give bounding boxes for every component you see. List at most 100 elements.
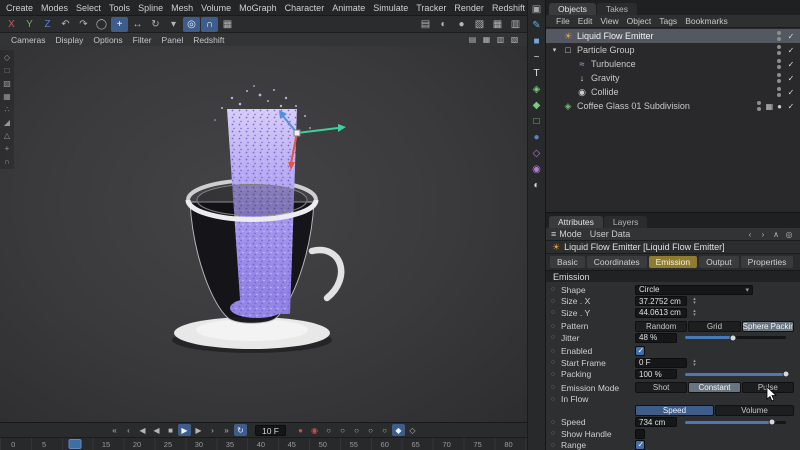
- start-frame-stepper[interactable]: ▴ ▾: [691, 358, 698, 367]
- layout-2-icon[interactable]: ▥: [507, 17, 524, 32]
- option-grid[interactable]: Grid: [688, 320, 741, 332]
- deformer-icon[interactable]: ◇: [529, 147, 544, 160]
- menu-select[interactable]: Select: [72, 3, 105, 13]
- menu-render[interactable]: Render: [450, 3, 488, 13]
- objects-menu-file[interactable]: File: [552, 16, 574, 26]
- menu-tools[interactable]: Tools: [105, 3, 134, 13]
- visibility-dots[interactable]: [756, 101, 762, 111]
- scene-3d[interactable]: [0, 46, 527, 422]
- undo-icon[interactable]: ↶: [57, 17, 74, 32]
- texture-mode-icon[interactable]: ▨: [1, 78, 13, 89]
- viewport-menu-display[interactable]: Display: [50, 35, 88, 45]
- field-icon[interactable]: ◉: [529, 163, 544, 176]
- objects-menu-tags[interactable]: Tags: [655, 16, 681, 26]
- option-random[interactable]: Random: [635, 320, 688, 332]
- packing-input[interactable]: 100 %: [635, 369, 677, 380]
- keyframe-dot-icon[interactable]: [549, 396, 557, 403]
- speed-slider[interactable]: [685, 418, 786, 426]
- attributes-tab-attributes[interactable]: Attributes: [549, 216, 603, 228]
- keyframe-dot-icon[interactable]: [549, 359, 557, 366]
- attr-section-tab-basic[interactable]: Basic: [550, 256, 585, 268]
- viewport[interactable]: ◇ □ ▨ ▦ ∴ ◢ △ + ∩: [0, 46, 527, 422]
- phong-tag-icon[interactable]: ●: [777, 102, 782, 111]
- timeline-ruler[interactable]: 05101520253035404550556065707580: [0, 437, 527, 450]
- rotate-tool-icon[interactable]: ↻: [147, 17, 164, 32]
- visibility-dots[interactable]: [777, 59, 782, 69]
- enabled-checkbox[interactable]: [635, 346, 645, 357]
- goto-end-icon[interactable]: »: [220, 424, 233, 436]
- attr-section-tab-output[interactable]: Output: [699, 256, 739, 268]
- workplane-mode-icon[interactable]: ▦: [1, 91, 13, 102]
- expander-icon[interactable]: ▾: [550, 46, 559, 54]
- next-frame-icon[interactable]: ▶: [192, 424, 205, 436]
- size-y-stepper[interactable]: ▴ ▾: [691, 308, 698, 317]
- scale-tool-icon[interactable]: ↔: [129, 17, 146, 32]
- shape-dropdown[interactable]: Circle ▾: [635, 284, 753, 295]
- enable-check-icon[interactable]: ✓: [786, 60, 796, 69]
- visibility-dots[interactable]: [777, 45, 782, 55]
- viewport-menu-panel[interactable]: Panel: [157, 35, 189, 45]
- object-row-liquid-flow-emitter[interactable]: ☀ Liquid Flow Emitter ✓: [546, 29, 800, 43]
- axis-mode-icon[interactable]: +: [1, 143, 13, 154]
- keyframe-dot-icon[interactable]: [549, 384, 557, 391]
- object-row-gravity[interactable]: ↓ Gravity ✓: [546, 71, 800, 85]
- current-frame-field[interactable]: 10 F: [254, 424, 286, 436]
- show-handle-checkbox[interactable]: [635, 428, 645, 439]
- keyframe-selection-icon[interactable]: ◆: [392, 424, 405, 436]
- instance-icon[interactable]: □: [529, 115, 544, 128]
- snap-keyframe-icon[interactable]: ◇: [406, 424, 419, 436]
- layout-1-icon[interactable]: ▦: [489, 17, 506, 32]
- option-sphere-packing[interactable]: Sphere Packing: [741, 320, 794, 332]
- enable-check-icon[interactable]: ✓: [786, 32, 796, 41]
- range-checkbox[interactable]: [635, 440, 645, 450]
- interactive-render-region-icon[interactable]: ▧: [471, 17, 488, 32]
- view-single-icon[interactable]: ▤: [466, 34, 479, 46]
- attributes-tab-layers[interactable]: Layers: [603, 216, 648, 228]
- menu-mesh[interactable]: Mesh: [167, 3, 197, 13]
- packing-slider[interactable]: [685, 370, 790, 378]
- viewport-menu-redshift[interactable]: Redshift: [188, 35, 229, 45]
- option-speed[interactable]: Speed: [635, 405, 714, 417]
- viewport-menu-cameras[interactable]: Cameras: [6, 35, 50, 45]
- stop-icon[interactable]: ■: [164, 424, 177, 436]
- view-swap-icon[interactable]: ▥: [494, 34, 507, 46]
- objects-menu-object[interactable]: Object: [623, 16, 656, 26]
- slider-knob[interactable]: [768, 418, 776, 426]
- attr-section-tab-emission[interactable]: Emission: [648, 256, 698, 268]
- visibility-dots[interactable]: [777, 87, 782, 97]
- keyframe-dot-icon[interactable]: [549, 419, 557, 426]
- view-toggle-icon[interactable]: ▧: [508, 34, 521, 46]
- object-row-turbulence[interactable]: ≈ Turbulence ✓: [546, 57, 800, 71]
- slider-knob[interactable]: [782, 370, 790, 378]
- cube-primitive-icon[interactable]: ■: [529, 35, 544, 48]
- enable-check-icon[interactable]: ✓: [786, 46, 796, 55]
- objects-menu-view[interactable]: View: [596, 16, 622, 26]
- pen-tool-icon[interactable]: ✎: [529, 19, 544, 32]
- objects-tab-takes[interactable]: Takes: [596, 3, 638, 15]
- menu-tracker[interactable]: Tracker: [412, 3, 450, 13]
- option-shot[interactable]: Shot: [635, 382, 688, 394]
- keyframe-dot-icon[interactable]: [549, 334, 557, 341]
- attr-section-tab-coordinates[interactable]: Coordinates: [586, 256, 647, 268]
- lock-icon[interactable]: ◎: [783, 229, 795, 240]
- enable-check-icon[interactable]: ✓: [786, 74, 796, 83]
- make-editable-icon[interactable]: ◇: [1, 52, 13, 63]
- menu-volume[interactable]: Volume: [197, 3, 235, 13]
- render-settings-icon[interactable]: ●: [453, 17, 470, 32]
- option-pulse[interactable]: Pulse: [741, 382, 794, 394]
- menu-simulate[interactable]: Simulate: [369, 3, 412, 13]
- menu-spline[interactable]: Spline: [134, 3, 167, 13]
- keyframe-dot-icon[interactable]: [549, 430, 557, 437]
- loop-icon[interactable]: ↻: [233, 424, 247, 436]
- goto-start-icon[interactable]: «: [108, 424, 121, 436]
- coordinate-system-icon[interactable]: ◎: [183, 16, 200, 32]
- prev-key-icon[interactable]: ‹: [122, 424, 135, 436]
- x-axis-lock-icon[interactable]: X: [3, 17, 20, 32]
- object-row-coffee-glass-01-subdivision[interactable]: ◈ Coffee Glass 01 Subdivision ▦ ● ✓: [546, 99, 800, 113]
- polygons-mode-icon[interactable]: △: [1, 130, 13, 141]
- edges-mode-icon[interactable]: ◢: [1, 117, 13, 128]
- play-icon[interactable]: ▶: [177, 424, 191, 436]
- slider-knob[interactable]: [729, 334, 737, 342]
- next-key-icon[interactable]: ›: [206, 424, 219, 436]
- keyframe-dot-icon[interactable]: [549, 348, 557, 355]
